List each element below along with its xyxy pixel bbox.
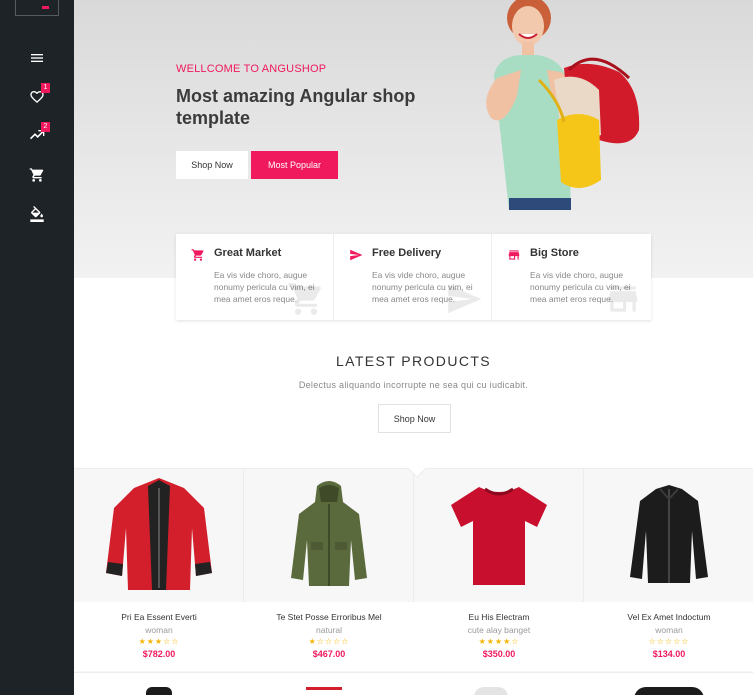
product-name[interactable]: Vel Ex Amet Indoctum [584,612,753,622]
product-info: Pri Ea Essent Everti woman ★★★☆☆ $782.00 [74,602,244,671]
hero-title: Most amazing Angular shop template [176,86,416,128]
product-price: $782.00 [142,649,176,659]
product-name[interactable]: Te Stet Posse Erroribus Mel [244,612,414,622]
store-watermark-icon [604,280,642,318]
product-info: Te Stet Posse Erroribus Mel natural ★☆☆☆… [244,602,414,671]
product-image-red-jacket [74,469,244,601]
product-rating: ★☆☆☆☆ [308,637,350,646]
hero-shop-now-button[interactable]: Shop Now [176,151,248,179]
product-price: $350.00 [482,649,516,659]
wishlist-button[interactable]: 1 [26,83,50,109]
hero-model-image [486,0,640,210]
logo-accent [42,6,49,9]
feature-great-market: Great Market Ea vis vide choro, augue no… [176,234,334,320]
product-category: woman [655,625,683,635]
product-price: $134.00 [652,649,686,659]
product-image-peek [474,687,508,695]
product-category: woman [145,625,173,635]
cart-icon [29,167,45,188]
product-image-peek [146,687,172,695]
hero-most-popular-button[interactable]: Most Popular [251,151,338,179]
product-category: natural [316,625,342,635]
product-card[interactable]: Vel Ex Amet Indoctum woman ☆☆☆☆☆ $134.00 [584,469,753,671]
product-category: cute alay banget [467,625,531,635]
product-row-next [74,672,753,695]
latest-products-subtitle: Delectus aliquando incorrupte ne sea qui… [298,380,529,390]
cart-button[interactable] [26,167,48,187]
product-info: Vel Ex Amet Indoctum woman ☆☆☆☆☆ $134.00 [584,602,753,671]
product-grid: Pri Ea Essent Everti woman ★★★☆☆ $782.00… [74,468,753,695]
store-icon [507,248,521,262]
trending-button[interactable]: 2 [26,122,50,148]
logo[interactable] [15,0,59,16]
hero-kicker: WELLCOME TO ANGUSHOP [176,63,327,75]
send-watermark-icon [445,280,483,318]
trending-count-badge: 2 [41,122,50,132]
sidebar: 1 2 [0,0,74,695]
product-image-black-jacket [584,469,753,601]
cart-watermark-icon [287,280,325,318]
paint-bucket-icon [29,205,45,227]
latest-products-title: LATEST PRODUCTS [335,353,492,369]
product-card[interactable]: Eu His Electram cute alay banget ★★★★☆ $… [414,469,584,671]
product-image-peek [634,687,704,695]
feature-free-delivery: Free Delivery Ea vis vide choro, augue n… [334,234,492,320]
theme-button[interactable] [26,205,48,227]
product-info: Eu His Electram cute alay banget ★★★★☆ $… [414,602,584,671]
feature-title: Free Delivery [372,247,442,259]
product-rating: ★★★★☆ [478,637,520,646]
product-image-peek [306,687,342,695]
send-icon [349,248,363,262]
cart-icon [191,248,205,262]
product-card[interactable]: Te Stet Posse Erroribus Mel natural ★☆☆☆… [244,469,414,671]
product-image-red-tshirt [414,469,584,601]
features-bar: Great Market Ea vis vide choro, augue no… [176,234,651,320]
product-image-green-parka [244,469,414,601]
feature-title: Big Store [530,247,579,259]
product-rating: ★★★☆☆ [138,637,180,646]
menu-icon [29,50,45,71]
product-card[interactable]: Pri Ea Essent Everti woman ★★★☆☆ $782.00 [74,469,244,671]
menu-button[interactable] [26,50,48,70]
product-name[interactable]: Pri Ea Essent Everti [74,612,244,622]
feature-big-store: Big Store Ea vis vide choro, augue nonum… [492,234,650,320]
product-name[interactable]: Eu His Electram [414,612,584,622]
product-price: $467.00 [312,649,346,659]
feature-title: Great Market [214,247,282,259]
product-rating: ☆☆☆☆☆ [648,637,690,646]
latest-shop-now-button[interactable]: Shop Now [378,404,451,433]
wishlist-count-badge: 1 [41,83,50,93]
